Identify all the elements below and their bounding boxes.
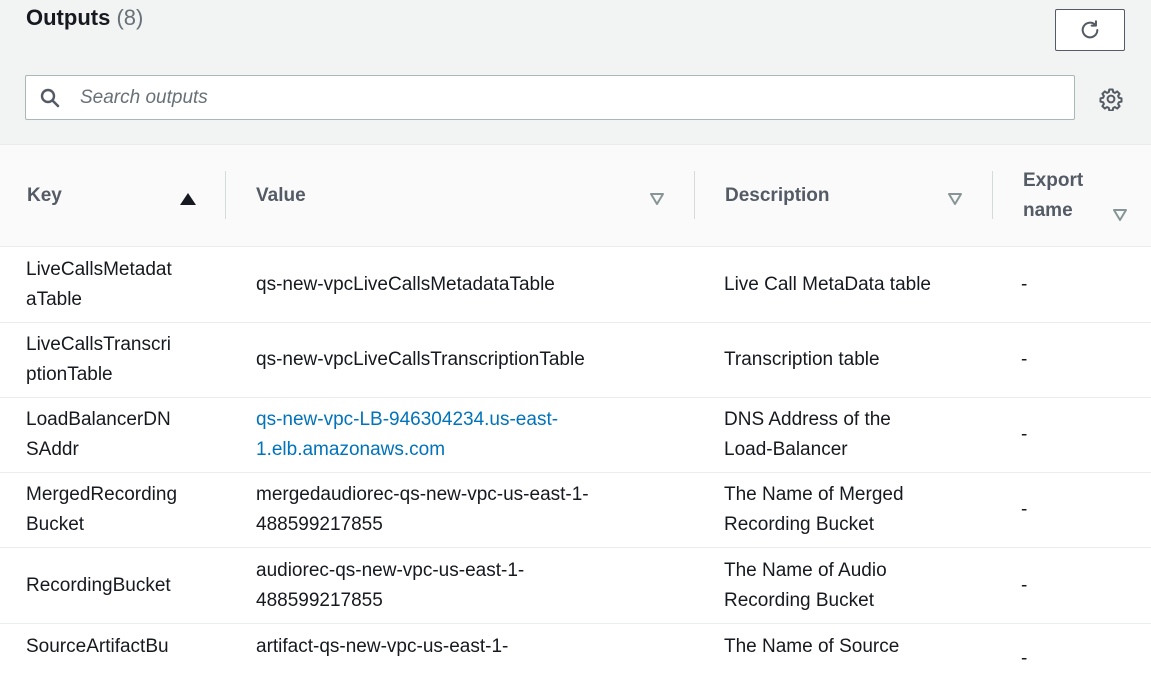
column-divider — [694, 171, 695, 219]
column-header-value[interactable]: Value — [225, 145, 694, 246]
cell-key: SourceArtifactBu — [26, 636, 169, 657]
cell-description: Transcription table — [724, 349, 880, 370]
column-label-description: Description — [725, 184, 830, 206]
cell-value: audiorec-qs-new-vpc-us-east-1- 4885992178… — [256, 559, 525, 611]
outputs-header: Outputs (8) — [0, 0, 1151, 145]
column-label-export-name: Export name — [1023, 170, 1084, 221]
column-header-description[interactable]: Description — [694, 145, 992, 246]
load-balancer-dns-link[interactable]: qs-new-vpc-LB-946304234.us-east- 1.elb.am… — [256, 405, 558, 465]
column-header-key[interactable]: Key — [0, 145, 225, 246]
sort-icon — [1113, 205, 1127, 227]
search-box — [25, 75, 1075, 120]
sort-ascending-icon — [180, 189, 196, 211]
cell-key: LiveCallsMetadat aTable — [26, 258, 172, 310]
cell-key: LoadBalancerDN SAddr — [26, 409, 171, 460]
cell-value: mergedaudiorec-qs-new-vpc-us-east-1- 4885… — [256, 484, 589, 535]
title-text: Outputs — [26, 5, 111, 30]
cell-description: DNS Address of the Load-Balancer — [724, 409, 891, 460]
table-row: LiveCallsTranscri ptionTable qs-new-vpcLi… — [0, 323, 1151, 398]
cell-export-name: - — [1021, 273, 1028, 295]
cell-export-name: - — [1021, 648, 1028, 669]
cell-value: qs-new-vpc-LB-946304234.us-east- 1.elb.am… — [256, 398, 676, 472]
table-row: LoadBalancerDN SAddr qs-new-vpc-LB-946304… — [0, 398, 1151, 473]
cell-export-name: - — [1021, 424, 1028, 445]
page-title: Outputs (8) — [26, 4, 143, 32]
cell-description: The Name of Audio Recording Bucket — [724, 559, 887, 611]
cell-value: qs-new-vpcLiveCallsMetadataTable — [256, 273, 555, 295]
table-header: Key Value Description Export name — [0, 145, 1151, 247]
column-divider — [225, 171, 226, 219]
cell-key: RecordingBucket — [26, 574, 171, 596]
cell-description: The Name of Source — [724, 636, 900, 657]
cell-key: LiveCallsTranscri ptionTable — [26, 334, 171, 385]
table-row: LiveCallsMetadat aTable qs-new-vpcLiveCal… — [0, 247, 1151, 323]
column-label-value: Value — [256, 184, 306, 206]
table-row: SourceArtifactBu artifact-qs-new-vpc-us-… — [0, 624, 1151, 684]
cell-export-name: - — [1021, 499, 1028, 520]
column-divider — [992, 171, 993, 219]
cell-value: artifact-qs-new-vpc-us-east-1- — [256, 636, 509, 657]
table-row: RecordingBucket audiorec-qs-new-vpc-us-e… — [0, 548, 1151, 624]
cell-key: MergedRecording Bucket — [26, 484, 178, 535]
settings-button[interactable] — [1098, 86, 1124, 112]
cell-description: Live Call MetaData table — [724, 273, 931, 295]
cell-export-name: - — [1021, 574, 1028, 596]
search-icon — [40, 88, 60, 108]
sort-icon — [948, 189, 962, 211]
refresh-icon — [1079, 19, 1101, 41]
output-count: (8) — [116, 5, 144, 30]
sort-icon — [650, 189, 664, 211]
gear-icon — [1099, 87, 1123, 111]
column-label-key: Key — [27, 184, 62, 206]
search-input[interactable] — [78, 76, 1074, 119]
table-row: MergedRecording Bucket mergedaudiorec-qs-… — [0, 473, 1151, 548]
refresh-button[interactable] — [1055, 9, 1125, 51]
cell-export-name: - — [1021, 349, 1028, 370]
column-header-export-name[interactable]: Export name — [992, 145, 1151, 246]
cell-description: The Name of Merged Recording Bucket — [724, 484, 904, 535]
cell-value: qs-new-vpcLiveCallsTranscriptionTable — [256, 349, 585, 370]
